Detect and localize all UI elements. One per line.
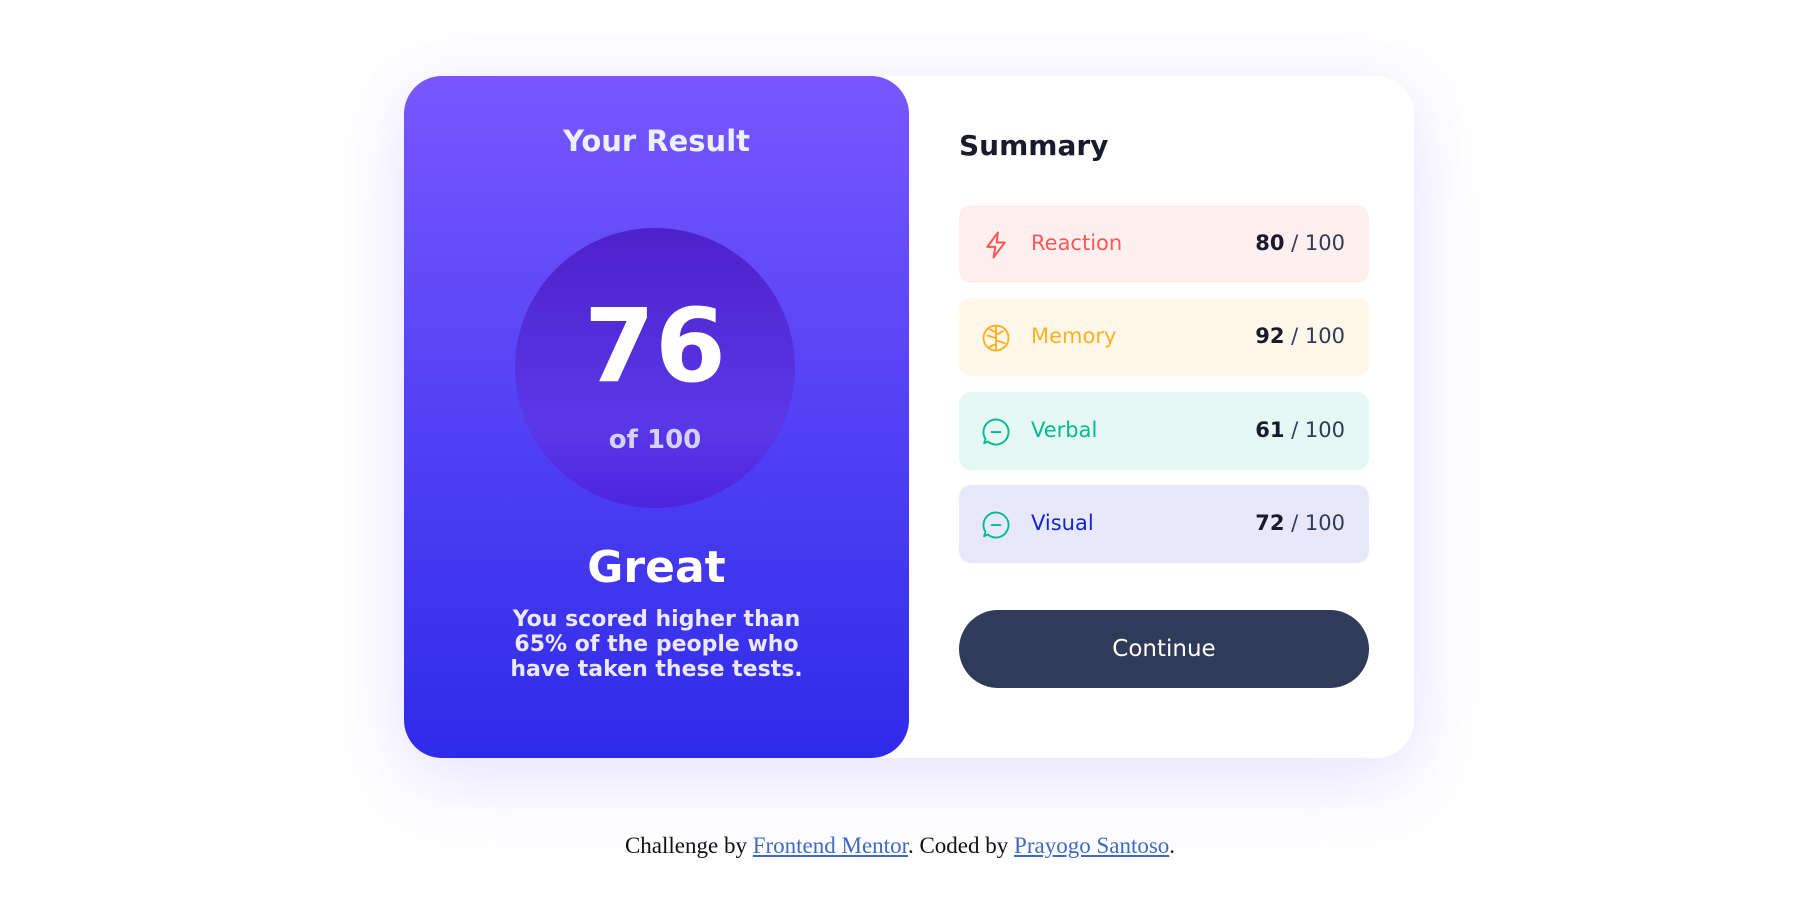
author-link[interactable]: Prayogo Santoso [1014,833,1169,858]
lightning-icon [981,230,1011,260]
score-total: of 100 [608,425,702,455]
result-panel: Your Result 76 of 100 Great You scored h… [404,76,909,758]
frontend-mentor-link[interactable]: Frontend Mentor [753,833,908,858]
result-heading: Your Result [562,124,750,158]
summary-row-memory: Memory 92 / 100 [959,298,1369,376]
score-circle: 76 of 100 [515,228,795,508]
summary-row-label: Memory [1031,324,1117,348]
summary-row-reaction: Reaction 80 / 100 [959,205,1369,283]
score-value: 92 [1255,324,1285,348]
summary-row-score: 80 / 100 [1255,231,1345,255]
score-value: 80 [1255,231,1285,255]
summary-panel: Summary Reaction 80 / 100 Memory 92 / 10… [959,76,1369,758]
brain-icon [981,323,1011,353]
attribution: Challenge by Frontend Mentor. Coded by P… [0,833,1800,859]
score-value: 72 [1255,511,1285,535]
summary-row-visual: Visual 72 / 100 [959,485,1369,563]
summary-row-score: 92 / 100 [1255,324,1345,348]
summary-title: Summary [959,129,1109,162]
summary-row-label: Visual [1031,511,1094,535]
attribution-middle: . Coded by [907,833,1015,858]
summary-row-score: 61 / 100 [1255,418,1345,442]
continue-button[interactable]: Continue [959,610,1369,688]
score-max: / 100 [1291,324,1345,348]
attribution-suffix: . [1169,833,1176,858]
score-value: 61 [1255,418,1285,442]
chat-bubble-icon [981,510,1011,540]
rating-description: You scored higher than 65% of the people… [510,607,803,682]
summary-row-label: Reaction [1031,231,1123,255]
score-max: / 100 [1291,511,1345,535]
results-card: Your Result 76 of 100 Great You scored h… [404,76,1414,758]
score-max: / 100 [1291,418,1345,442]
attribution-prefix: Challenge by [624,833,753,858]
rating-label: Great [587,542,726,593]
summary-row-verbal: Verbal 61 / 100 [959,392,1369,470]
score-value: 76 [584,287,726,406]
chat-bubble-icon [981,417,1011,447]
summary-row-score: 72 / 100 [1255,511,1345,535]
summary-row-label: Verbal [1031,418,1098,442]
score-max: / 100 [1291,231,1345,255]
